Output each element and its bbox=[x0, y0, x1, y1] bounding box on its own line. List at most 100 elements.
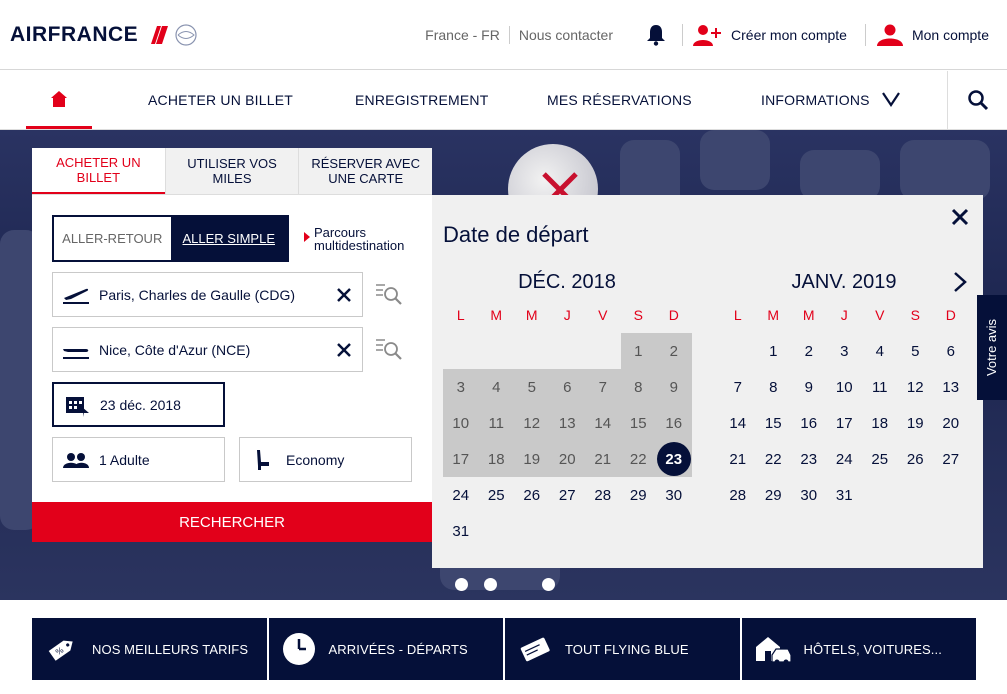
calendar-day[interactable]: 14 bbox=[720, 405, 756, 441]
calendar-day[interactable]: 24 bbox=[443, 477, 479, 513]
calendar-day[interactable]: 31 bbox=[443, 513, 479, 549]
my-account-link[interactable]: Mon compte bbox=[866, 24, 999, 46]
feedback-tab[interactable]: Votre avis bbox=[977, 295, 1007, 400]
calendar-day[interactable]: 30 bbox=[791, 477, 827, 513]
clock-icon bbox=[282, 633, 315, 665]
calendar-day[interactable]: 27 bbox=[550, 477, 586, 513]
calendar-day[interactable]: 21 bbox=[720, 441, 756, 477]
calendar-day[interactable]: 29 bbox=[756, 477, 792, 513]
calendar-day[interactable]: 5 bbox=[898, 333, 934, 369]
user-icon bbox=[876, 24, 903, 46]
search-button[interactable] bbox=[947, 71, 1007, 129]
calendar-day[interactable]: 26 bbox=[898, 441, 934, 477]
calendar-day[interactable]: 18 bbox=[862, 405, 898, 441]
calendar-day[interactable]: 2 bbox=[791, 333, 827, 369]
calendar-day[interactable]: 27 bbox=[933, 441, 969, 477]
tile-arrivals-departures[interactable]: ARRIVÉES - DÉPARTS bbox=[268, 618, 503, 680]
search-flights-button[interactable]: RECHERCHER bbox=[32, 502, 432, 542]
calendar-day[interactable]: 24 bbox=[827, 441, 863, 477]
weekday-header: L M M J V S D bbox=[443, 307, 691, 333]
calendar-day: 5 bbox=[514, 369, 550, 405]
nav-information[interactable]: INFORMATIONS bbox=[761, 92, 870, 108]
clear-destination-icon[interactable] bbox=[326, 342, 362, 357]
calendar-day[interactable]: 28 bbox=[720, 477, 756, 513]
multi-destination-link[interactable]: Parcours multidestination bbox=[304, 226, 424, 252]
calendar-day[interactable]: 12 bbox=[898, 369, 934, 405]
close-icon[interactable] bbox=[950, 207, 970, 227]
calendar-day[interactable]: 15 bbox=[756, 405, 792, 441]
price-tag-icon: % bbox=[48, 640, 73, 661]
weekday-label: M bbox=[525, 307, 538, 323]
calendar-day[interactable]: 1 bbox=[756, 333, 792, 369]
tab-use-miles[interactable]: UTILISER VOS MILES bbox=[164, 148, 299, 194]
calendar-day[interactable]: 28 bbox=[585, 477, 621, 513]
one-way-option[interactable]: ALLER SIMPLE bbox=[170, 217, 287, 260]
chevron-down-icon[interactable] bbox=[882, 91, 900, 107]
departure-date-field[interactable]: 23 déc. 2018 bbox=[52, 382, 225, 427]
calendar-day[interactable]: 25 bbox=[479, 477, 515, 513]
nav-checkin[interactable]: ENREGISTREMENT bbox=[355, 92, 488, 108]
home-button[interactable] bbox=[26, 71, 92, 129]
airport-finder-icon[interactable] bbox=[376, 282, 402, 306]
tile-flying-blue[interactable]: TOUT FLYING BLUE bbox=[505, 618, 740, 680]
calendar-day[interactable]: 19 bbox=[898, 405, 934, 441]
calendar-day[interactable]: 23 bbox=[791, 441, 827, 477]
calendar-day[interactable]: 22 bbox=[756, 441, 792, 477]
month-december: DÉC. 2018 L M M J V S D 1 2 3 4 5 6 7 8 9 10 11 12 1… bbox=[443, 271, 692, 549]
calendar-day: 11 bbox=[478, 405, 514, 441]
calendar-day[interactable]: 11 bbox=[862, 369, 898, 405]
calendar-day[interactable]: 31 bbox=[827, 477, 863, 513]
notifications-bell-icon[interactable] bbox=[622, 24, 684, 46]
calendar-day: 3 bbox=[443, 369, 479, 405]
calendar-day: 18 bbox=[478, 441, 514, 477]
triangle-right-icon bbox=[304, 232, 310, 242]
airport-finder-icon[interactable] bbox=[376, 337, 402, 361]
calendar-day[interactable]: 3 bbox=[827, 333, 863, 369]
nav-buy-ticket[interactable]: ACHETER UN BILLET bbox=[148, 92, 293, 108]
create-account-link[interactable]: Créer mon compte bbox=[683, 24, 866, 46]
destination-field[interactable]: Nice, Côte d'Azur (NCE) bbox=[52, 327, 363, 372]
calendar-day[interactable]: 9 bbox=[791, 369, 827, 405]
clear-origin-icon[interactable] bbox=[326, 287, 362, 302]
calendar-day[interactable]: 10 bbox=[827, 369, 863, 405]
calendar-day[interactable]: 17 bbox=[827, 405, 863, 441]
calendar-day[interactable]: 13 bbox=[933, 369, 969, 405]
calendar-day[interactable]: 30 bbox=[656, 477, 692, 513]
calendar-day[interactable]: 26 bbox=[514, 477, 550, 513]
calendar-day: 6 bbox=[549, 369, 585, 405]
carousel-dot[interactable] bbox=[542, 578, 555, 591]
tile-hotels-cars[interactable]: HÔTELS, VOITURES... bbox=[741, 618, 976, 680]
cabin-class-field[interactable]: Economy bbox=[239, 437, 412, 482]
weekday-label: M bbox=[767, 307, 780, 323]
calendar-day[interactable]: 6 bbox=[933, 333, 969, 369]
calendar-day[interactable]: 7 bbox=[720, 369, 756, 405]
calendar-day[interactable]: 8 bbox=[756, 369, 792, 405]
calendar-day[interactable]: 25 bbox=[862, 441, 898, 477]
landing-icon bbox=[53, 341, 99, 359]
calendar-icon bbox=[54, 393, 100, 417]
locale-link[interactable]: France - FR bbox=[416, 26, 510, 44]
carousel-dot[interactable] bbox=[484, 578, 497, 591]
calendar-day[interactable]: 16 bbox=[791, 405, 827, 441]
home-icon bbox=[51, 90, 67, 107]
contact-link[interactable]: Nous contacter bbox=[510, 26, 622, 44]
calendar-day[interactable]: 4 bbox=[862, 333, 898, 369]
calendar-day[interactable]: 29 bbox=[621, 477, 657, 513]
origin-field[interactable]: Paris, Charles de Gaulle (CDG) bbox=[52, 272, 363, 317]
tile-best-fares[interactable]: % NOS MEILLEURS TARIFS bbox=[32, 618, 267, 680]
nav-reservations[interactable]: MES RÉSERVATIONS bbox=[547, 92, 692, 108]
carousel-dot[interactable] bbox=[455, 578, 468, 591]
logo-text-right: FRANCE bbox=[47, 23, 139, 46]
tab-buy-ticket[interactable]: ACHETER UN BILLET bbox=[32, 148, 165, 194]
weekday-label: D bbox=[668, 307, 679, 323]
airfrance-logo[interactable]: AIRFRANCE bbox=[10, 22, 199, 48]
calendar-day[interactable]: 20 bbox=[933, 405, 969, 441]
tab-book-with-card[interactable]: RÉSERVER AVEC UNE CARTE bbox=[298, 148, 433, 194]
calendar-day-selected[interactable]: 23 bbox=[656, 441, 692, 477]
trip-type-toggle: ALLER-RETOUR ALLER SIMPLE bbox=[52, 215, 289, 262]
passengers-field[interactable]: 1 Adulte bbox=[52, 437, 225, 482]
calendar-day: 13 bbox=[549, 405, 585, 441]
calendar-day: 17 bbox=[443, 441, 479, 477]
round-trip-option[interactable]: ALLER-RETOUR bbox=[54, 217, 171, 260]
takeoff-icon bbox=[53, 286, 99, 304]
